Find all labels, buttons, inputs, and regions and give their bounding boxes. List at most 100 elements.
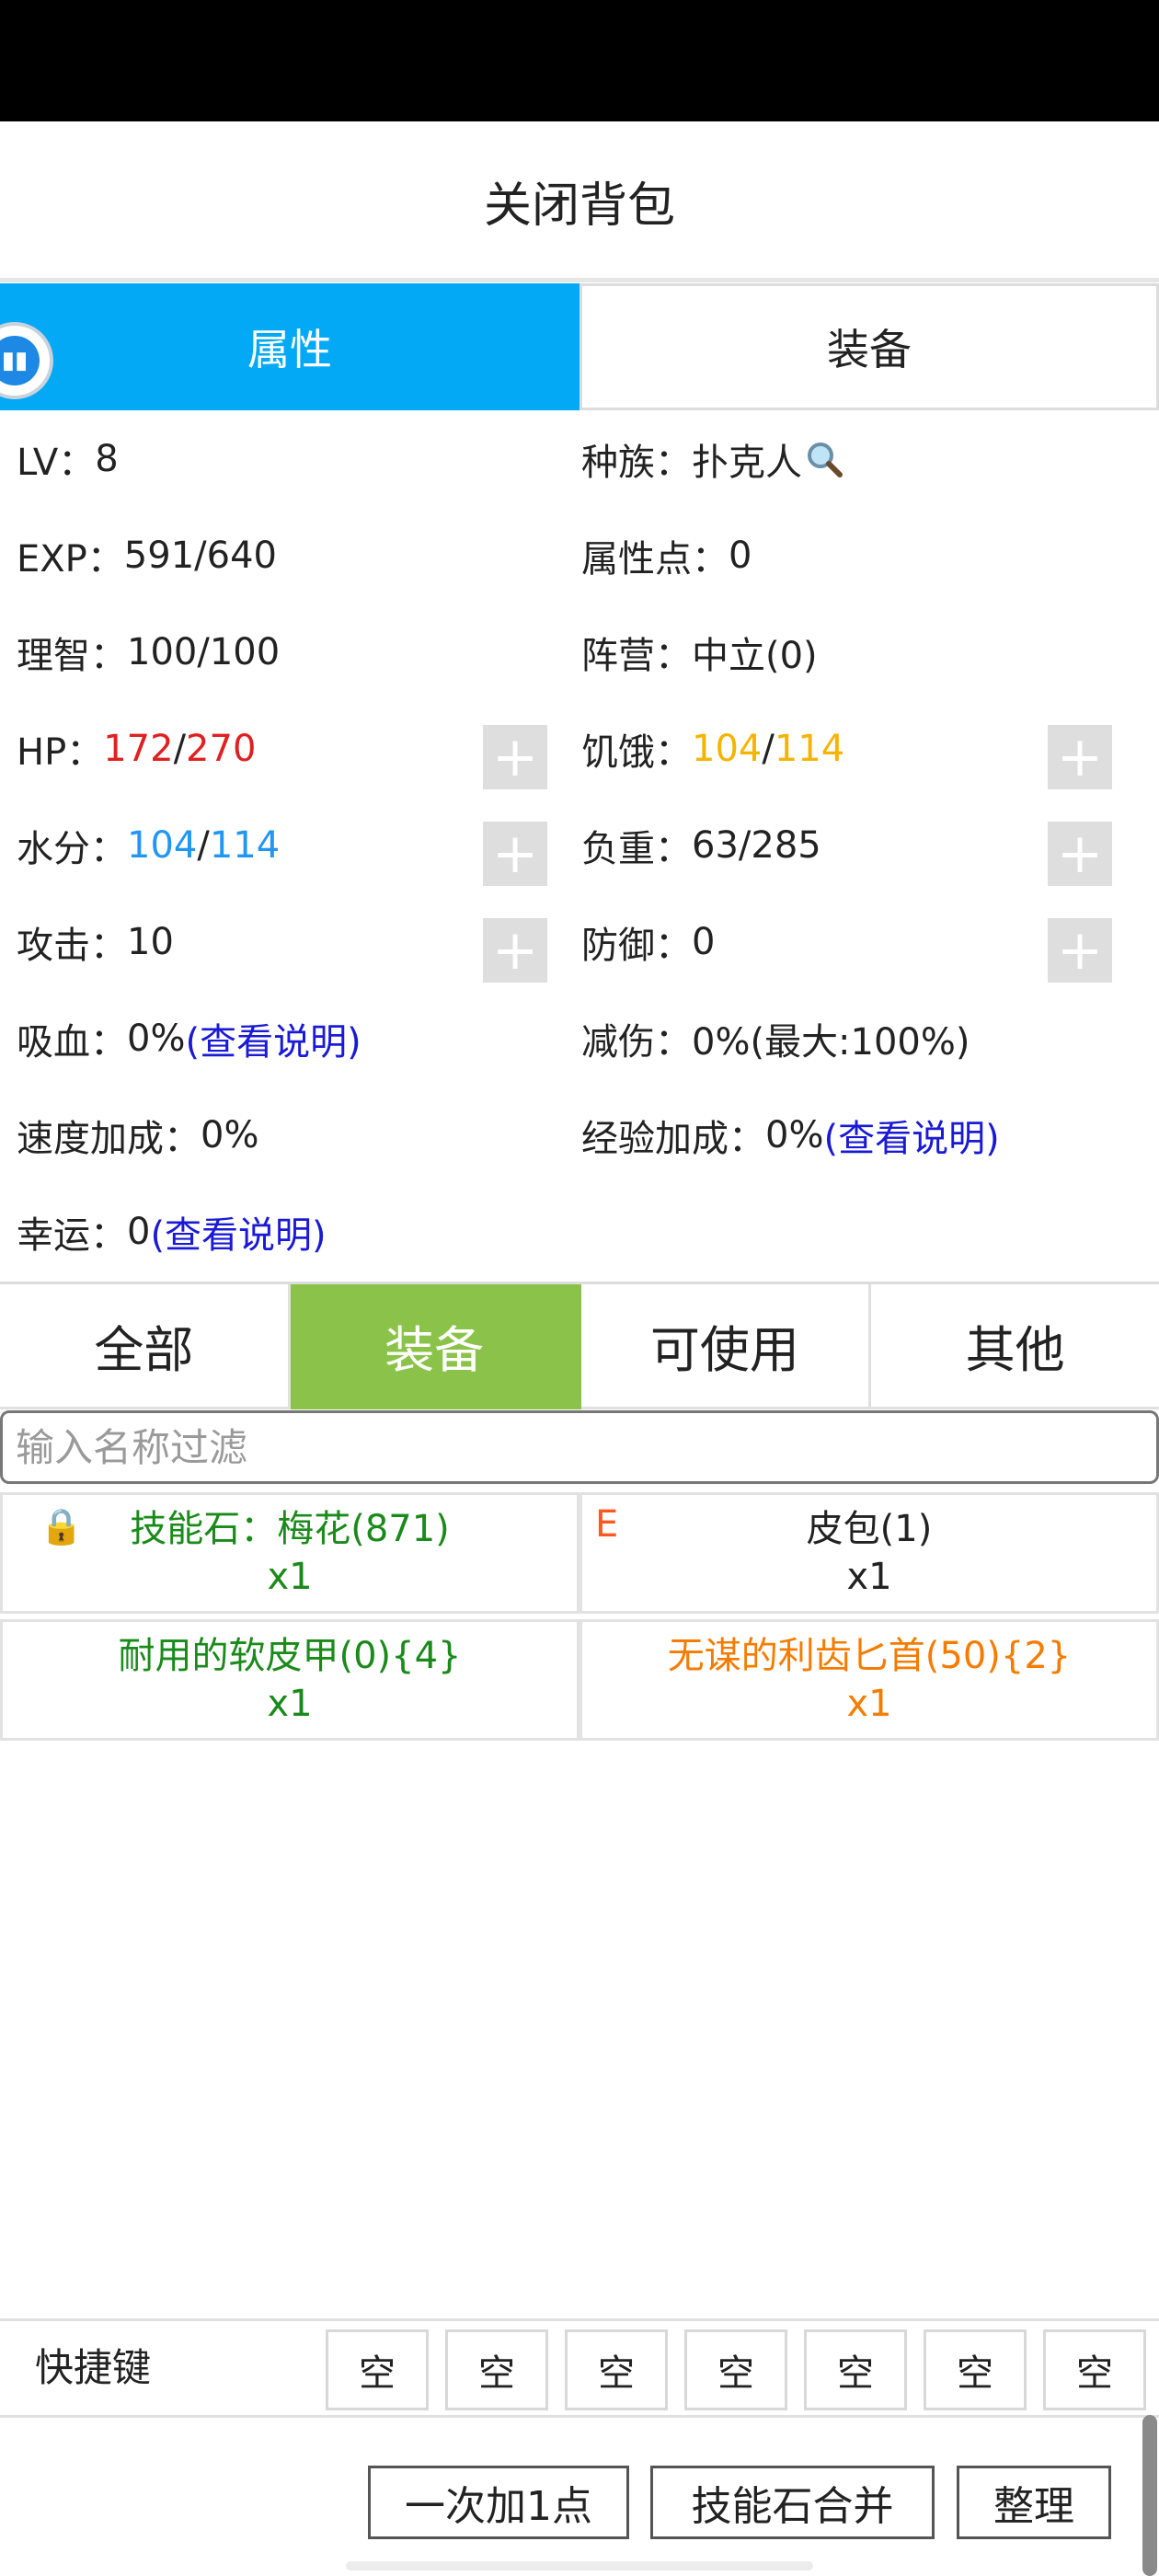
- stat-hunger: 饥饿： 104/114: [581, 700, 844, 797]
- item-grid: 🔒 技能石：梅花(871) x1 E 皮包(1) x1 耐用的软皮甲(0){4}…: [0, 1492, 1159, 1741]
- item-leather-bag[interactable]: E 皮包(1) x1: [580, 1492, 1159, 1614]
- stat-label: LV：: [17, 441, 96, 484]
- stat-lifesteal: 吸血： 0% (查看说明): [17, 990, 361, 1087]
- stat-label: 饥饿：: [581, 730, 692, 774]
- water-plus-button[interactable]: +: [483, 822, 547, 886]
- tab-usable[interactable]: 可使用: [580, 1284, 872, 1409]
- lock-icon: 🔒: [40, 1506, 84, 1547]
- equipped-badge: E: [595, 1503, 619, 1546]
- stat-luck: 幸运： 0 (查看说明): [17, 1183, 327, 1280]
- hp-plus-button[interactable]: +: [483, 725, 547, 789]
- quickbar-label: 快捷键: [35, 2344, 152, 2390]
- sort-button[interactable]: 整理: [957, 2466, 1111, 2539]
- category-tabs: 全部 装备 可使用 其他: [0, 1284, 1159, 1409]
- tab-all[interactable]: 全部: [0, 1284, 291, 1409]
- stat-attack: 攻击： 10: [17, 893, 174, 990]
- item-name: 皮包(1): [806, 1508, 933, 1550]
- stat-water: 水分： 104/114: [17, 797, 280, 893]
- search-icon[interactable]: [804, 439, 844, 479]
- quick-slot[interactable]: 空: [1043, 2329, 1146, 2410]
- status-bar: [0, 0, 1159, 121]
- stat-label: 种族：: [581, 441, 692, 484]
- stat-value: 0%: [765, 1113, 824, 1156]
- hunger-separator: /: [762, 727, 775, 770]
- stat-defense: 防御： 0: [581, 893, 715, 990]
- stat-label: 吸血：: [17, 1020, 127, 1064]
- stat-value: 10: [127, 920, 174, 963]
- divider: [0, 278, 1159, 282]
- quick-slot[interactable]: 空: [445, 2329, 548, 2410]
- item-name: 技能石：梅花(871): [130, 1508, 450, 1550]
- quick-slot[interactable]: 空: [924, 2329, 1027, 2410]
- stat-value: 0%: [201, 1113, 259, 1156]
- item-name: 耐用的软皮甲(0){4}: [118, 1635, 462, 1677]
- tab-attributes[interactable]: 属性: [0, 283, 580, 410]
- stat-value: 0: [127, 1210, 151, 1253]
- item-quantity: x1: [267, 1556, 313, 1598]
- load-plus-button[interactable]: +: [1048, 822, 1112, 886]
- stat-hp: HP： 172/270: [17, 700, 256, 797]
- merge-skill-stones-button[interactable]: 技能石合并: [650, 2466, 935, 2539]
- defense-plus-button[interactable]: +: [1048, 918, 1112, 983]
- filter-input[interactable]: [0, 1410, 1159, 1484]
- quick-slot[interactable]: 空: [326, 2329, 429, 2410]
- item-quantity: x1: [846, 1556, 892, 1598]
- quick-slot[interactable]: 空: [684, 2329, 787, 2410]
- stat-value: 100/100: [127, 630, 281, 673]
- quick-slot[interactable]: 空: [565, 2329, 668, 2410]
- quickbar-slots: 空 空 空 空 空 空 空: [326, 2329, 1146, 2410]
- quick-slot[interactable]: 空: [804, 2329, 907, 2410]
- tab-equipment-items[interactable]: 装备: [290, 1284, 581, 1409]
- stat-value: 591/640: [123, 534, 277, 577]
- divider: [0, 2415, 1159, 2418]
- stat-value: 0%: [127, 1017, 186, 1060]
- stat-race: 种族： 扑克人: [581, 410, 844, 507]
- stat-speed-bonus: 速度加成： 0%: [17, 1087, 258, 1183]
- close-bag-button[interactable]: 关闭背包: [0, 121, 1159, 280]
- exp-bonus-help-link[interactable]: (查看说明): [823, 1109, 999, 1162]
- luck-help-link[interactable]: (查看说明): [150, 1205, 326, 1259]
- stat-label: 经验加成：: [581, 1117, 765, 1160]
- item-leather-armor[interactable]: 耐用的软皮甲(0){4} x1: [0, 1619, 580, 1741]
- stat-label: 负重：: [581, 827, 692, 870]
- attack-plus-button[interactable]: +: [483, 918, 547, 983]
- stat-damage-reduction: 减伤： 0%(最大:100%): [581, 990, 970, 1087]
- stat-label: 攻击：: [17, 924, 127, 967]
- stat-value: 0%(最大:100%): [692, 1020, 970, 1064]
- stat-label: 幸运：: [17, 1213, 127, 1257]
- stats-panel: LV： 8 种族： 扑克人 EXP： 591/640 属性点： 0 理智： 100/100…: [0, 410, 1159, 1280]
- stat-exp: EXP： 591/640: [17, 507, 277, 604]
- scrollbar-thumb[interactable]: [1142, 2415, 1157, 2576]
- water-separator: /: [197, 823, 210, 867]
- stat-label: 减伤：: [581, 1020, 692, 1064]
- hunger-max: 114: [774, 727, 845, 770]
- stat-label: HP：: [17, 730, 104, 774]
- hp-separator: /: [173, 727, 187, 770]
- hunger-current: 104: [692, 727, 763, 770]
- tab-equipment[interactable]: 装备: [580, 283, 1159, 410]
- stat-exp-bonus: 经验加成： 0% (查看说明): [581, 1087, 1000, 1183]
- lifesteal-help-link[interactable]: (查看说明): [185, 1012, 361, 1065]
- hp-current: 172: [103, 727, 174, 770]
- stat-label: 水分：: [17, 827, 127, 870]
- stat-value: 中立(0): [692, 634, 818, 677]
- stat-value: 0: [692, 920, 716, 963]
- add-one-point-button[interactable]: 一次加1点: [368, 2466, 629, 2539]
- stat-sanity: 理智： 100/100: [17, 604, 280, 700]
- water-current: 104: [127, 823, 198, 867]
- stat-value: 扑克人: [692, 441, 802, 484]
- tab-other[interactable]: 其他: [871, 1284, 1159, 1409]
- stat-level: LV： 8: [17, 410, 119, 507]
- hunger-plus-button[interactable]: +: [1048, 725, 1112, 789]
- item-skill-stone[interactable]: 🔒 技能石：梅花(871) x1: [0, 1492, 580, 1614]
- item-dagger[interactable]: 无谋的利齿匕首(50){2} x1: [580, 1619, 1159, 1741]
- stat-label: 阵营：: [581, 634, 692, 677]
- item-quantity: x1: [846, 1683, 892, 1725]
- home-indicator[interactable]: [346, 2561, 813, 2570]
- action-bar: 一次加1点 技能石合并 整理: [0, 2466, 1159, 2539]
- stat-value: 0: [729, 534, 752, 577]
- item-name: 无谋的利齿匕首(50){2}: [667, 1635, 1072, 1677]
- stat-value: 8: [95, 437, 119, 480]
- floating-assistant-icon: ▮▮: [0, 336, 40, 385]
- item-quantity: x1: [267, 1683, 313, 1725]
